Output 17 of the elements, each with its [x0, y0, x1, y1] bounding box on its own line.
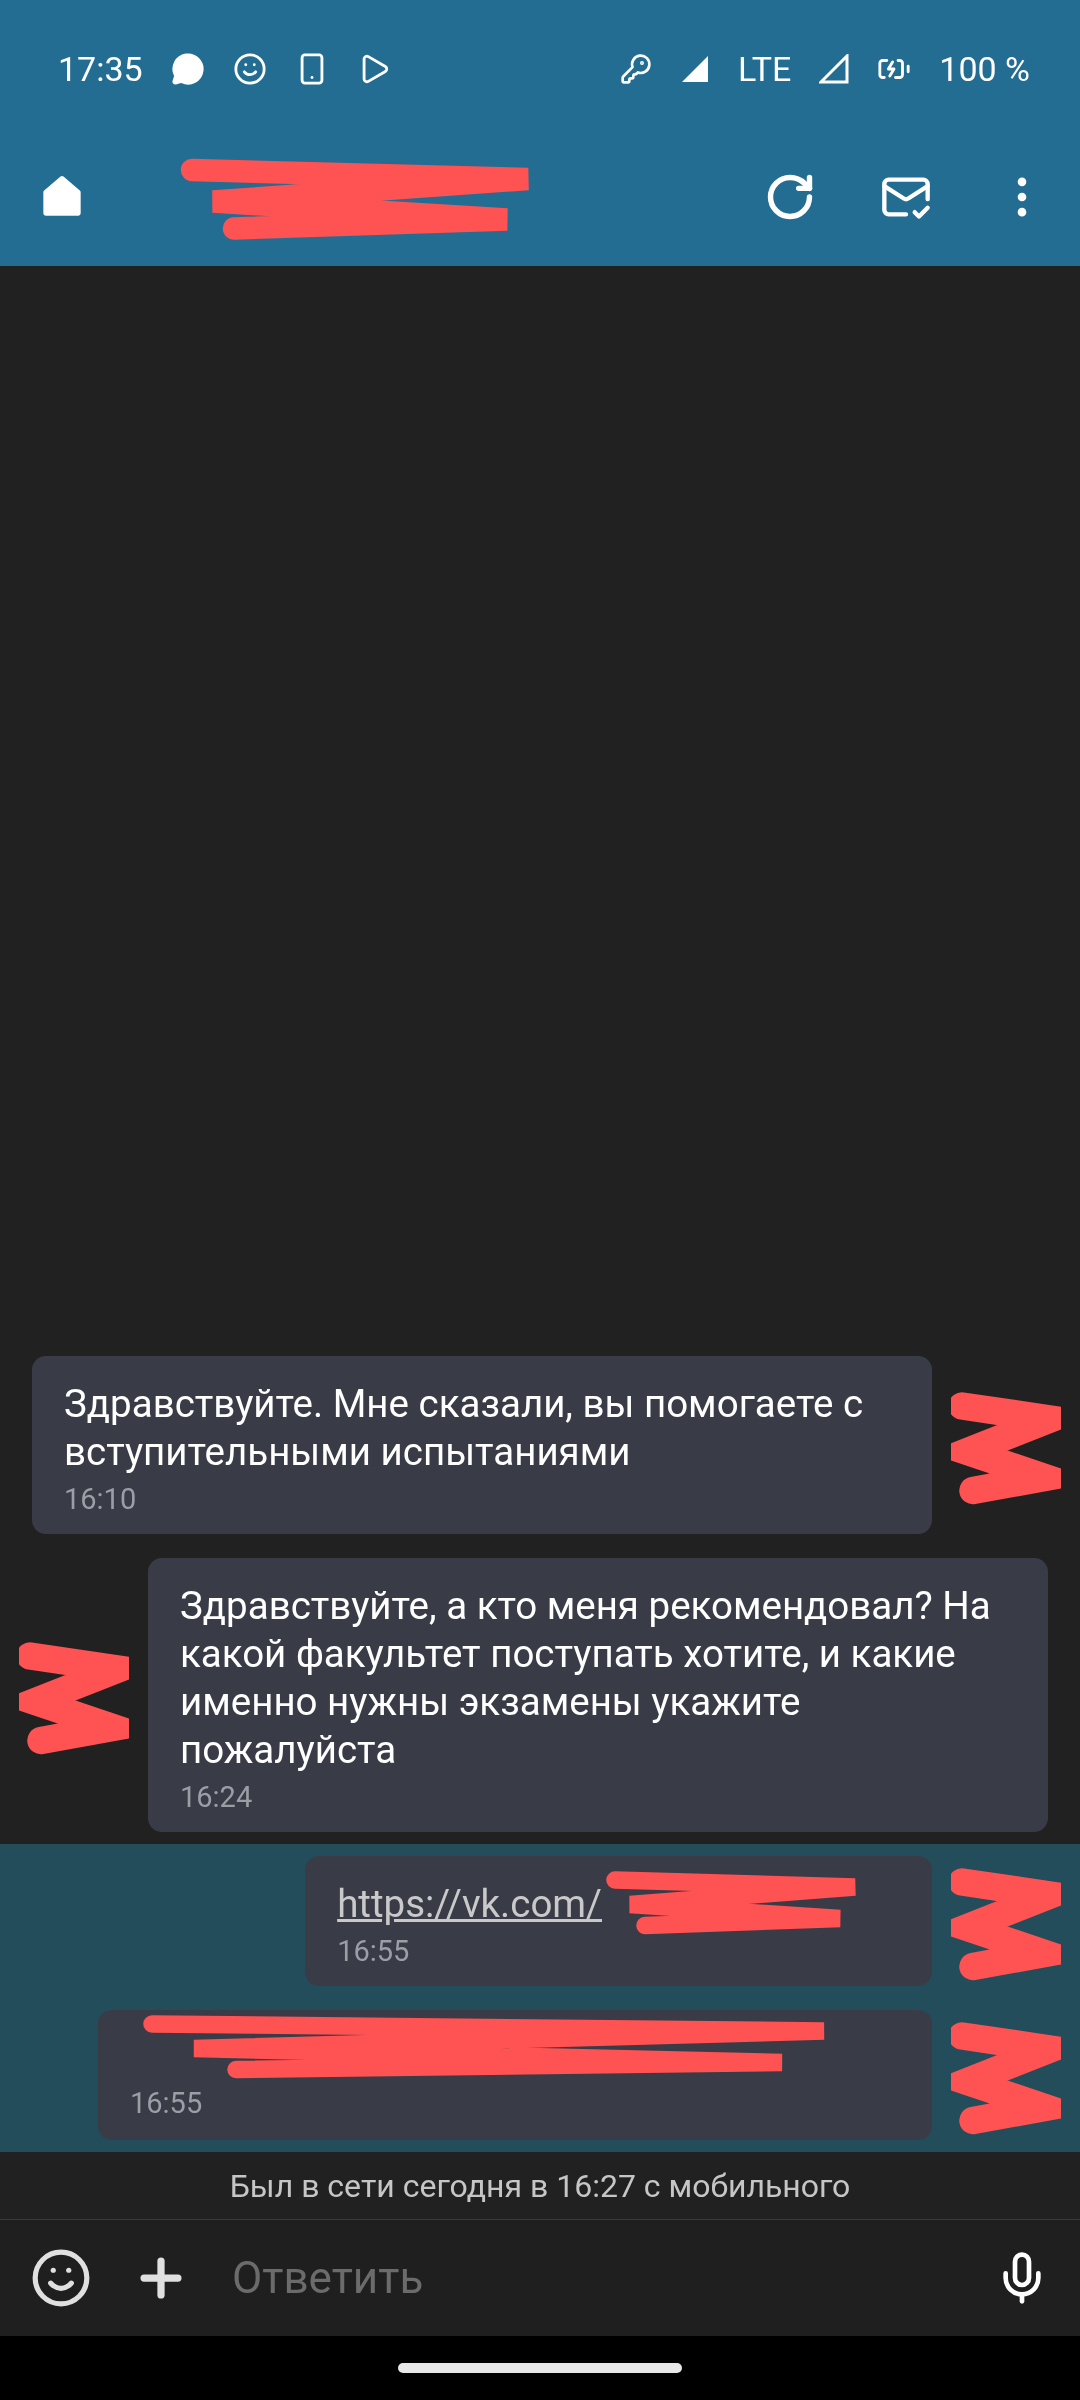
status-time: 17:35 [58, 49, 143, 89]
face-icon [232, 52, 267, 86]
message-time: 16:10 [64, 1482, 138, 1516]
battery-level: 100 % [939, 49, 1030, 89]
home-handle[interactable] [398, 2363, 682, 2373]
reply-field[interactable]: Ответить [230, 2251, 954, 2305]
message-time: 16:24 [180, 1780, 254, 1814]
message-text: Здравствуйте, а кто меня рекомендовал? На какой факультет поступать хотите, и какие именно нужны экзамены укажите пожалуйста [180, 1582, 992, 1774]
message-text: Здравствуйте. Мне сказали, вы помогаете с вступительными испытаниями [64, 1380, 865, 1476]
chat-bubble-icon [170, 52, 205, 86]
message-time: 16:55 [130, 2086, 204, 2120]
signal-icon [819, 54, 850, 84]
emoji-button[interactable] [30, 2247, 92, 2309]
message-time: 16:55 [337, 1934, 411, 1968]
network-type: LTE [737, 49, 792, 89]
message-link[interactable]: https://vk.com/ [337, 1880, 892, 1928]
key-icon [619, 53, 652, 85]
